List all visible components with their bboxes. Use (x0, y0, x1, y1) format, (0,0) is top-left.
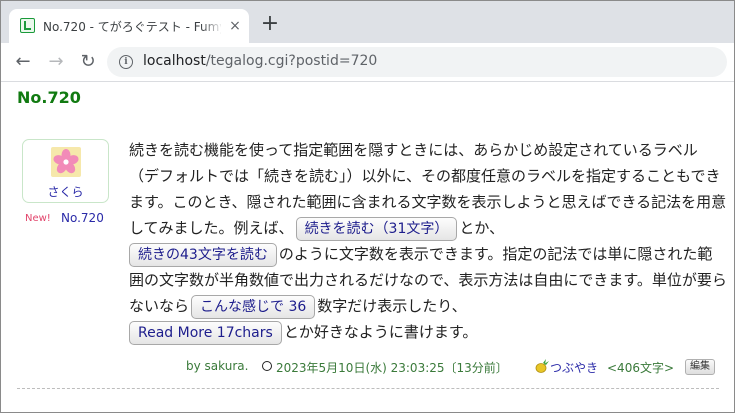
url-path: /tegalog.cgi?postid=720 (205, 53, 378, 69)
clock-icon (262, 361, 272, 371)
post-body: 続きを読む機能を使って指定範囲を隠すときには、あらかじめ設定されているラベル（デ… (129, 137, 727, 345)
read-more-button[interactable]: こんな感じで 36 (191, 295, 316, 319)
category-link[interactable]: つぶやき (550, 359, 598, 376)
read-more-button[interactable]: Read More 17chars (129, 321, 282, 345)
tab-title-fade (201, 15, 223, 37)
post-text-part: 数字だけ表示したり、 (317, 297, 467, 315)
author-name[interactable]: さくら (23, 183, 108, 200)
browser-window: No.720 - てがろぐテスト - Fumy Otegaru Memo Log… (0, 0, 735, 413)
edit-button[interactable]: 編集 (685, 359, 715, 375)
browser-tab[interactable]: No.720 - てがろぐテスト - Fumy Otegaru Memo Log… (9, 9, 249, 43)
post-meta: by sakura. 2023年5月10日(水) 23:03:25〔13分前〕 … (1, 359, 734, 379)
address-bar[interactable]: i localhost/tegalog.cgi?postid=720 (107, 47, 727, 77)
post-author-credit: by sakura. (186, 359, 249, 373)
post-text-part: とか好きなように書けます。 (283, 323, 478, 341)
close-tab-icon[interactable]: × (227, 18, 243, 34)
post-divider (17, 388, 719, 389)
url-host: localhost (143, 53, 206, 69)
forward-arrow-icon[interactable]: → (45, 51, 67, 73)
read-more-button[interactable]: 続きを読む（31文字） (295, 217, 458, 241)
post-text-part: とか、 (459, 219, 505, 237)
post-heading[interactable]: No.720 (17, 88, 81, 107)
new-tab-button[interactable]: + (259, 13, 281, 35)
new-badge: New! (25, 213, 51, 224)
sakura-flower-icon (51, 147, 81, 177)
browser-toolbar: ← → ↻ i localhost/tegalog.cgi?postid=720 (1, 43, 734, 82)
post-datetime[interactable]: 2023年5月10日(水) 23:03:25〔13分前〕 (276, 359, 508, 376)
site-favicon-icon (20, 18, 35, 33)
post-number-link[interactable]: No.720 (61, 211, 104, 225)
url-text[interactable]: localhost/tegalog.cgi?postid=720 (143, 53, 377, 69)
reload-icon[interactable]: ↻ (77, 51, 99, 73)
site-info-icon[interactable]: i (119, 55, 133, 69)
pineapple-icon (534, 359, 550, 373)
page-content: No.720 さくら New! No.720 続きを読む機能を使って指定範囲を隠 (1, 82, 734, 412)
char-count: <406文字> (607, 361, 675, 375)
tab-title: No.720 - てがろぐテスト - Fumy Otegaru Memo Log… (43, 20, 221, 34)
read-more-button[interactable]: 続きの43文字を読む (129, 243, 277, 267)
tab-strip: No.720 - てがろぐテスト - Fumy Otegaru Memo Log… (1, 1, 734, 43)
author-card[interactable]: さくら (22, 139, 109, 203)
back-arrow-icon[interactable]: ← (12, 51, 34, 73)
